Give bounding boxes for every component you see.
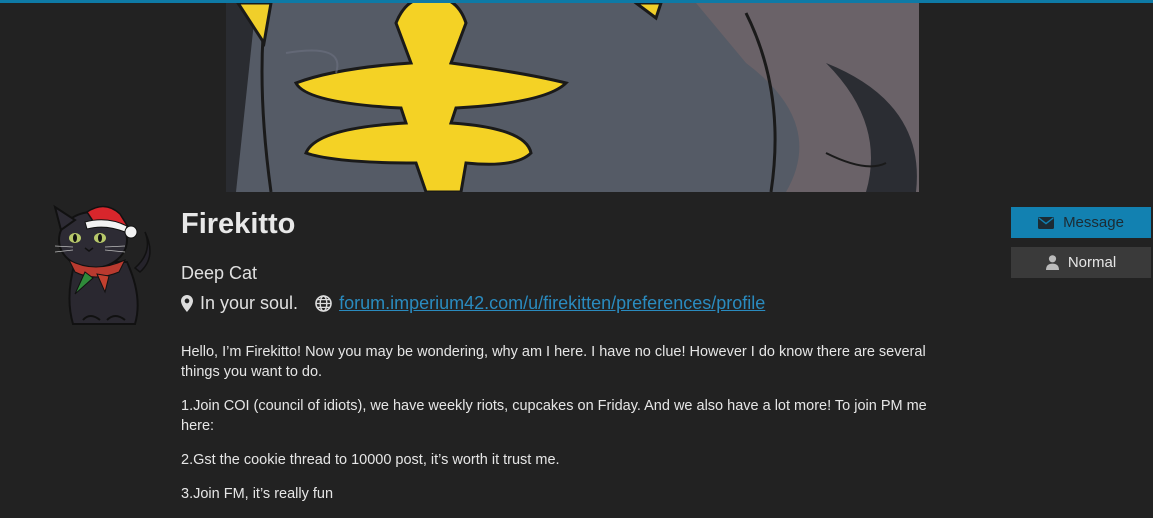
message-button[interactable]: Message bbox=[1011, 207, 1151, 238]
map-marker-icon bbox=[181, 295, 193, 312]
notification-level-label: Normal bbox=[1067, 254, 1117, 271]
profile-bio: Hello, I’m Firekitto! Now you may be won… bbox=[181, 342, 941, 518]
envelope-icon bbox=[1038, 216, 1055, 229]
website-link[interactable]: forum.imperium42.com/u/firekitten/prefer… bbox=[339, 293, 765, 314]
user-icon bbox=[1045, 255, 1059, 270]
profile-meta: In your soul. forum.imperium42.com/u/fir… bbox=[181, 293, 765, 314]
notification-level-button[interactable]: Normal bbox=[1011, 247, 1151, 278]
user-title: Deep Cat bbox=[181, 263, 258, 283]
location: In your soul. bbox=[181, 293, 298, 314]
location-text: In your soul. bbox=[200, 293, 299, 313]
globe-icon bbox=[315, 295, 332, 312]
avatar[interactable] bbox=[45, 202, 157, 328]
website: forum.imperium42.com/u/firekitten/prefer… bbox=[315, 293, 765, 314]
bio-paragraph: 1.Join COI (council of idiots), we have … bbox=[181, 398, 927, 434]
bio-paragraph: 2.Gst the cookie thread to 10000 post, i… bbox=[181, 452, 560, 468]
username: Firekitto bbox=[181, 208, 296, 240]
cat-avatar-image bbox=[53, 204, 151, 325]
bio-paragraph: 3.Join FM, it’s really fun bbox=[181, 486, 334, 502]
profile-banner bbox=[226, 3, 919, 192]
message-button-label: Message bbox=[1063, 214, 1124, 231]
bio-paragraph: Hello, I’m Firekitto! Now you may be won… bbox=[181, 344, 926, 380]
banner-image bbox=[226, 3, 919, 192]
